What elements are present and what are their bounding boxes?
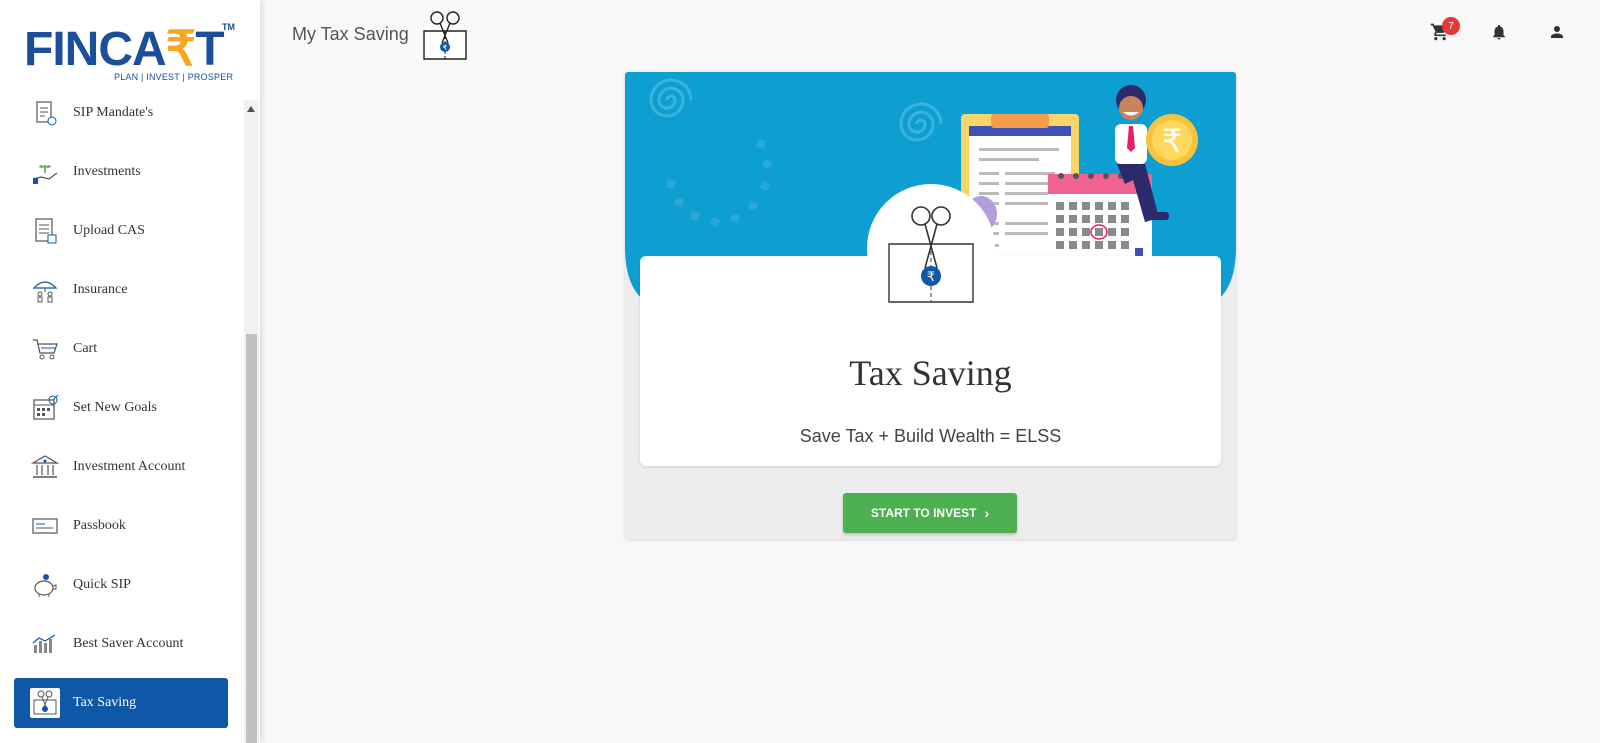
sidebar-item-label: Quick SIP: [73, 577, 131, 592]
sidebar-item-label: Passbook: [73, 518, 126, 533]
sidebar-menu: SIP Mandate's Investments Upload CAS Ins…: [0, 100, 244, 743]
sidebar-item-upload-cas[interactable]: Upload CAS: [14, 206, 228, 256]
cart-count-badge: 7: [1442, 17, 1460, 35]
scissors-money-icon: [30, 688, 60, 718]
start-to-invest-button[interactable]: START TO INVEST ›: [843, 493, 1017, 533]
sidebar-item-label: Tax Saving: [73, 695, 137, 710]
sidebar-item-insurance[interactable]: Insurance: [14, 265, 228, 315]
sidebar-item-label: Cart: [73, 341, 98, 356]
scroll-up-arrow-icon[interactable]: [247, 106, 255, 112]
sidebar-item-cart[interactable]: Cart: [14, 324, 228, 374]
sidebar-item-set-new-goals[interactable]: Set New Goals: [14, 383, 228, 433]
bank-icon: [30, 452, 60, 482]
sidebar-item-label: Best Saver Account: [73, 636, 184, 651]
sidebar-item-label: Investment Account: [73, 459, 186, 474]
sidebar-item-investments[interactable]: Investments: [14, 147, 228, 197]
sidebar-item-sip-mandates[interactable]: SIP Mandate's: [14, 100, 228, 138]
person-icon: [1548, 23, 1566, 46]
card-title: Tax Saving: [849, 353, 1012, 393]
notifications-button[interactable]: [1485, 20, 1513, 48]
svg-text:₹: ₹: [1162, 122, 1182, 160]
sidebar-item-passbook[interactable]: Passbook: [14, 501, 228, 551]
bell-icon: [1490, 23, 1508, 46]
sidebar-item-label: Upload CAS: [73, 223, 145, 238]
chevron-right-icon: ›: [984, 505, 990, 521]
cart-icon: [30, 334, 60, 364]
sidebar-item-label: SIP Mandate's: [73, 105, 154, 120]
sidebar-scrollbar[interactable]: [244, 100, 259, 743]
sidebar: FINCA₹T TM PLAN | INVEST | PROSPER SIP M…: [0, 0, 260, 743]
page-title: My Tax Saving: [292, 24, 409, 44]
fincart-logo[interactable]: FINCA₹T TM PLAN | INVEST | PROSPER: [24, 22, 235, 86]
scissors-money-icon: ₹: [420, 9, 470, 61]
piggy-bank-icon: [30, 570, 60, 600]
svg-text:₹: ₹: [443, 44, 448, 52]
document-icon: [30, 216, 60, 246]
svg-text:₹: ₹: [927, 270, 935, 285]
logo-trademark: TM: [222, 22, 235, 32]
cta-label: START TO INVEST: [870, 506, 977, 520]
card-subtitle: Save Tax + Build Wealth = ELSS: [799, 426, 1062, 446]
sidebar-item-label: Insurance: [73, 282, 128, 297]
sidebar-item-best-saver-account[interactable]: Best Saver Account: [14, 619, 228, 669]
chart-icon: [30, 629, 60, 659]
cart-button[interactable]: 7: [1426, 17, 1460, 48]
scroll-thumb[interactable]: [246, 334, 257, 743]
sidebar-item-quick-sip[interactable]: Quick SIP: [14, 560, 228, 610]
scissors-money-icon: ₹: [888, 206, 974, 303]
clipboard-icon: [30, 100, 60, 128]
passbook-icon: [30, 511, 60, 541]
sidebar-item-label: Set New Goals: [73, 400, 157, 415]
logo-wordmark: FINCA₹T: [24, 23, 225, 76]
logo-tagline: PLAN | INVEST | PROSPER: [114, 72, 234, 82]
calendar-goal-icon: [30, 393, 60, 423]
umbrella-family-icon: [30, 275, 60, 305]
profile-button[interactable]: [1543, 20, 1571, 48]
tax-saving-card: ₹ Tax Saving Save Tax + Build Wealth = E…: [625, 72, 1236, 539]
hand-plant-icon: [30, 157, 60, 187]
tax-saving-emblem: ₹: [867, 184, 995, 312]
sidebar-item-tax-saving[interactable]: Tax Saving: [14, 678, 228, 728]
sidebar-item-investment-account[interactable]: Investment Account: [14, 442, 228, 492]
sidebar-item-label: Investments: [73, 164, 141, 179]
